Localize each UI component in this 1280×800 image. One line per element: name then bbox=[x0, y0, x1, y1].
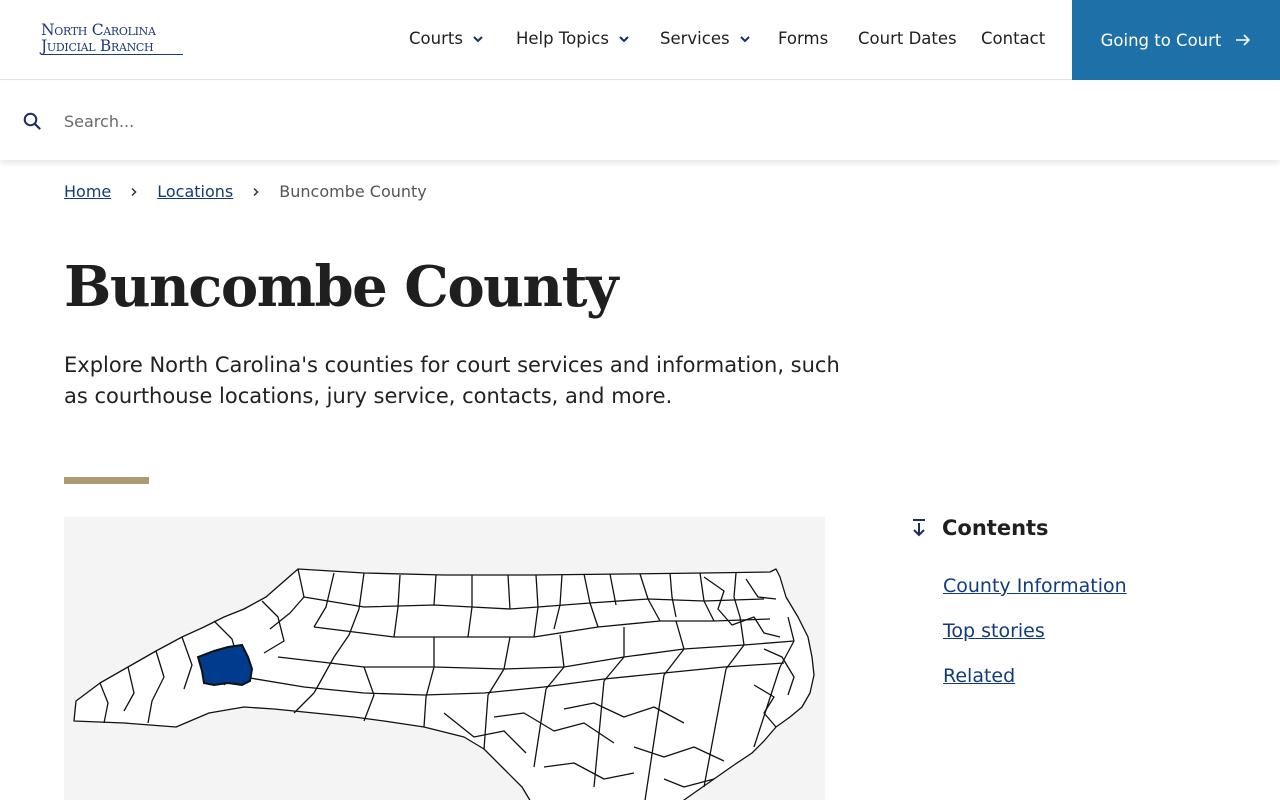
site-header: North Carolina Judicial Branch Courts He… bbox=[0, 0, 1280, 80]
logo-line-1: North Carolina bbox=[41, 21, 156, 39]
toc-link-related[interactable]: Related bbox=[943, 665, 1015, 687]
nav-services[interactable]: Services bbox=[660, 29, 751, 48]
nav-court-dates[interactable]: Court Dates bbox=[858, 29, 957, 48]
contents-title: Contents bbox=[942, 516, 1049, 540]
nav-help-topics[interactable]: Help Topics bbox=[516, 29, 630, 48]
chevron-down-icon bbox=[619, 35, 629, 42]
chevron-right-icon bbox=[131, 187, 137, 196]
breadcrumb-current: Buncombe County bbox=[279, 182, 427, 201]
nav-court-dates-label: Court Dates bbox=[858, 29, 957, 48]
toc-link-county-information[interactable]: County Information bbox=[943, 575, 1127, 597]
page-intro: Explore North Carolina's counties for co… bbox=[64, 353, 840, 408]
toc-item: Related bbox=[943, 665, 1127, 710]
nav-services-label: Services bbox=[660, 29, 730, 48]
search-input[interactable] bbox=[64, 105, 864, 137]
breadcrumb-home-link[interactable]: Home bbox=[64, 182, 111, 201]
nav-forms[interactable]: Forms bbox=[778, 29, 828, 48]
breadcrumb-locations-link[interactable]: Locations bbox=[157, 182, 233, 201]
search-icon[interactable] bbox=[23, 112, 41, 130]
page-title: Buncombe County bbox=[64, 254, 619, 320]
nav-courts-label: Courts bbox=[409, 29, 463, 48]
toc-link-top-stories[interactable]: Top stories bbox=[943, 620, 1045, 642]
logo-line-2: Judicial Branch bbox=[41, 38, 183, 55]
search-bar bbox=[0, 81, 1280, 160]
north-carolina-county-map bbox=[73, 568, 815, 800]
nav-contact-label: Contact bbox=[981, 29, 1046, 48]
chevron-down-icon bbox=[739, 35, 750, 42]
going-to-court-button[interactable]: Going to Court bbox=[1072, 0, 1280, 80]
chevron-down-icon bbox=[473, 35, 483, 42]
site-logo[interactable]: North Carolina Judicial Branch bbox=[41, 22, 183, 55]
nav-forms-label: Forms bbox=[778, 29, 829, 48]
accent-divider bbox=[64, 477, 149, 484]
toc-item: County Information bbox=[943, 575, 1127, 620]
table-of-contents: County Information Top stories Related bbox=[943, 575, 1127, 710]
county-map-panel bbox=[64, 517, 825, 800]
contents-header: Contents bbox=[910, 516, 1049, 540]
arrow-down-to-line-icon bbox=[913, 519, 925, 537]
nav-courts[interactable]: Courts bbox=[409, 29, 484, 48]
arrow-right-icon bbox=[1236, 34, 1251, 46]
nav-contact[interactable]: Contact bbox=[981, 29, 1045, 48]
breadcrumb: Home Locations Buncombe County bbox=[64, 182, 427, 201]
toc-item: Top stories bbox=[943, 620, 1127, 665]
going-to-court-label: Going to Court bbox=[1100, 30, 1222, 50]
nav-help-topics-label: Help Topics bbox=[516, 29, 609, 48]
chevron-right-icon bbox=[253, 187, 259, 196]
